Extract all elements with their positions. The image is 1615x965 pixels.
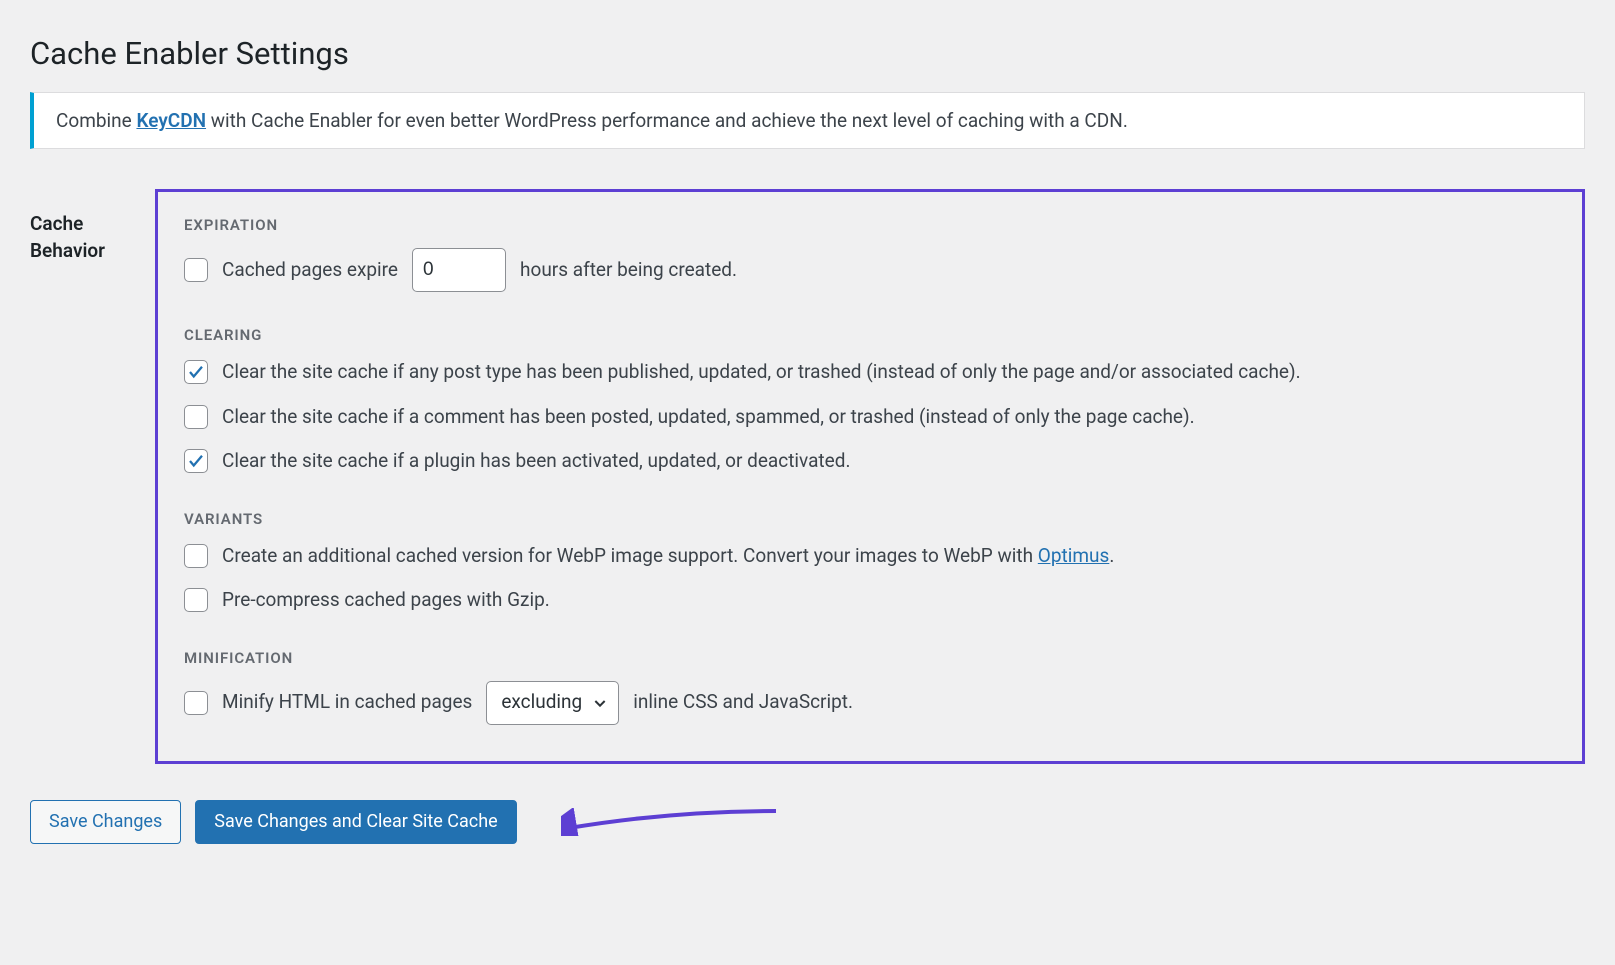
banner-text-pre: Combine xyxy=(56,109,136,132)
save-and-clear-button[interactable]: Save Changes and Clear Site Cache xyxy=(195,800,516,844)
variants-checkbox-gzip[interactable] xyxy=(184,588,208,612)
expiration-label-post: hours after being created. xyxy=(520,256,737,285)
info-banner: Combine KeyCDN with Cache Enabler for ev… xyxy=(30,92,1585,149)
minification-checkbox[interactable] xyxy=(184,691,208,715)
chevron-down-icon xyxy=(592,695,608,711)
expiration-row: Cached pages expire hours after being cr… xyxy=(184,248,1556,292)
minification-row: Minify HTML in cached pages excluding in… xyxy=(184,681,1556,725)
group-clearing-title: CLEARING xyxy=(184,326,1556,344)
annotation-arrow xyxy=(561,808,781,836)
group-minification-title: MINIFICATION xyxy=(184,649,1556,667)
minification-label-pre: Minify HTML in cached pages xyxy=(222,688,472,717)
minification-select-value: excluding xyxy=(501,688,582,717)
variants-label-webp: Create an additional cached version for … xyxy=(222,542,1114,571)
variants-row-webp: Create an additional cached version for … xyxy=(184,542,1556,571)
expiration-label-pre: Cached pages expire xyxy=(222,256,398,285)
clearing-checkbox-post-type[interactable] xyxy=(184,360,208,384)
group-variants-title: VARIANTS xyxy=(184,510,1556,528)
save-button[interactable]: Save Changes xyxy=(30,800,181,844)
variants-checkbox-webp[interactable] xyxy=(184,544,208,568)
variants-webp-text-pre: Create an additional cached version for … xyxy=(222,544,1038,567)
variants-label-gzip: Pre-compress cached pages with Gzip. xyxy=(222,586,550,615)
minification-select[interactable]: excluding xyxy=(486,681,619,725)
clearing-label-comment: Clear the site cache if a comment has be… xyxy=(222,403,1195,432)
clearing-label-plugin: Clear the site cache if a plugin has bee… xyxy=(222,447,850,476)
expiration-hours-input[interactable] xyxy=(412,248,506,292)
minification-label-post: inline CSS and JavaScript. xyxy=(633,688,853,717)
clearing-checkbox-comment[interactable] xyxy=(184,405,208,429)
clearing-checkbox-plugin[interactable] xyxy=(184,449,208,473)
cache-behavior-panel: EXPIRATION Cached pages expire hours aft… xyxy=(155,189,1585,764)
variants-webp-text-post: . xyxy=(1109,544,1114,567)
expiration-checkbox[interactable] xyxy=(184,258,208,282)
group-expiration-title: EXPIRATION xyxy=(184,216,1556,234)
clearing-row-plugin: Clear the site cache if a plugin has bee… xyxy=(184,447,1556,476)
page-title: Cache Enabler Settings xyxy=(30,35,1585,72)
clearing-label-post-type: Clear the site cache if any post type ha… xyxy=(222,358,1301,387)
optimus-link[interactable]: Optimus xyxy=(1038,544,1110,567)
keycdn-link[interactable]: KeyCDN xyxy=(136,109,206,132)
clearing-row-comment: Clear the site cache if a comment has be… xyxy=(184,403,1556,432)
section-label-cache-behavior: Cache Behavior xyxy=(30,189,135,264)
button-row: Save Changes Save Changes and Clear Site… xyxy=(30,800,1585,844)
clearing-row-post-type: Clear the site cache if any post type ha… xyxy=(184,358,1556,387)
variants-row-gzip: Pre-compress cached pages with Gzip. xyxy=(184,586,1556,615)
banner-text-post: with Cache Enabler for even better WordP… xyxy=(206,109,1128,132)
